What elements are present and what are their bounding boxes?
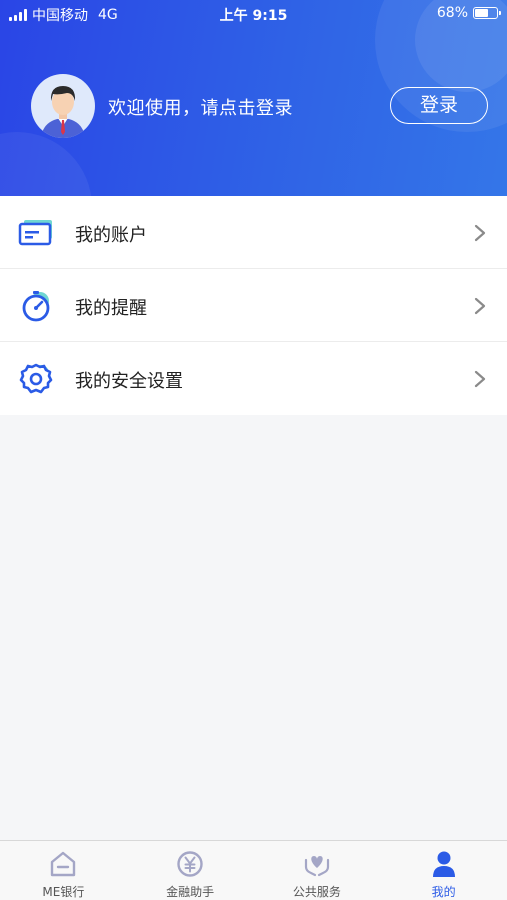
heart-hands-icon	[304, 856, 329, 877]
account-card-icon	[18, 220, 52, 246]
menu-item-reminder[interactable]: 我的提醒	[0, 269, 507, 342]
yuan-icon	[177, 851, 203, 877]
profile-header: 中国移动 4G 上午 9:15 68% 欢迎使用，请点击登录 登录	[0, 0, 507, 196]
tab-bar: ME银行 金融助手 公共服务 我的	[0, 840, 507, 900]
menu-item-security[interactable]: 我的安全设置	[0, 342, 507, 415]
menu-item-label: 我的提醒	[75, 298, 147, 319]
welcome-text[interactable]: 欢迎使用，请点击登录	[108, 94, 293, 120]
status-time: 上午 9:15	[219, 8, 288, 24]
login-button[interactable]: 登录	[390, 87, 488, 124]
menu-item-label: 我的安全设置	[75, 371, 183, 392]
menu-item-label: 我的账户	[75, 225, 147, 246]
chevron-right-icon	[474, 297, 486, 315]
menu-list: 我的账户 我的提醒 我的安全设置	[0, 196, 507, 415]
status-bar: 中国移动 4G 上午 9:15 68%	[0, 0, 507, 28]
chevron-right-icon	[474, 224, 486, 242]
user-avatar-icon[interactable]	[31, 74, 95, 138]
tab-label: 我的	[431, 885, 456, 899]
header-decoration	[0, 132, 92, 196]
tab-mine[interactable]: 我的	[380, 841, 507, 900]
tab-public-service[interactable]: 公共服务	[254, 841, 381, 900]
tab-label: 金融助手	[166, 885, 215, 899]
tab-label: 公共服务	[292, 885, 341, 899]
reminder-clock-icon	[22, 291, 50, 322]
security-gear-icon	[19, 363, 53, 394]
battery-icon	[473, 7, 501, 19]
tab-finance-assistant[interactable]: 金融助手	[127, 841, 254, 900]
tab-label: ME银行	[42, 885, 85, 899]
tab-me-bank[interactable]: ME银行	[0, 841, 127, 900]
battery-percent: 68%	[436, 5, 468, 21]
menu-item-account[interactable]: 我的账户	[0, 196, 507, 269]
user-icon	[432, 851, 455, 877]
home-icon	[51, 851, 76, 877]
chevron-right-icon	[474, 370, 486, 388]
